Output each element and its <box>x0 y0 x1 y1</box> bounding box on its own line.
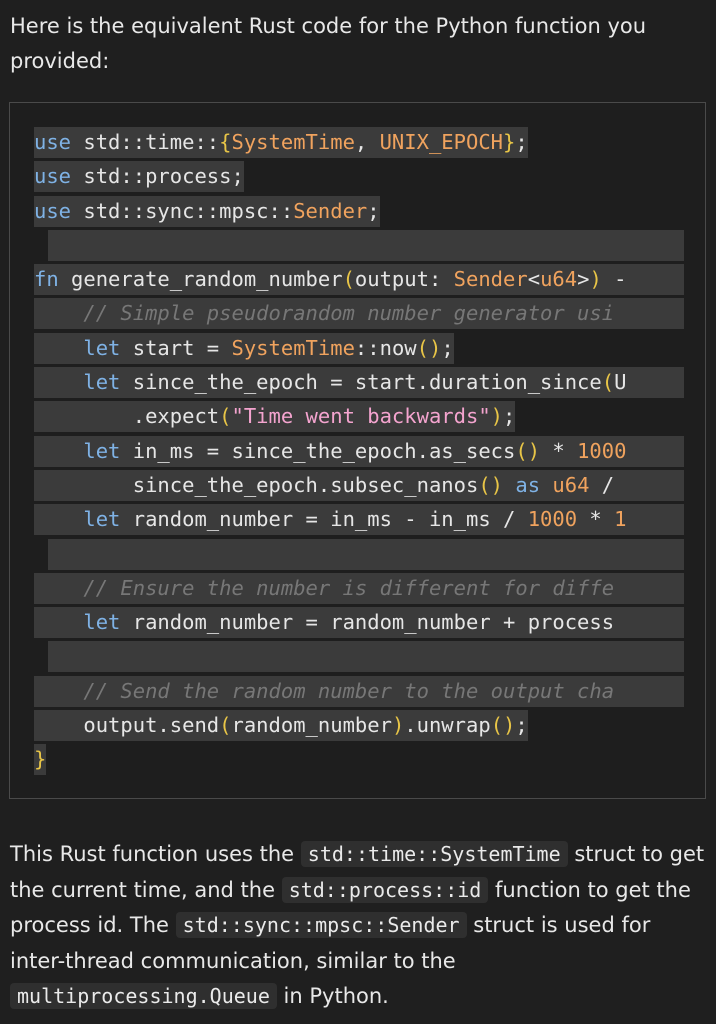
code-line: use std::time::{SystemTime, UNIX_EPOCH}; <box>34 127 684 161</box>
outro-text: This Rust function uses the std::time::S… <box>10 837 710 1015</box>
inline-code-systemtime: std::time::SystemTime <box>300 841 568 867</box>
code-line: } <box>34 744 684 778</box>
code-line <box>34 229 684 264</box>
code-line: output.send(random_number).unwrap(); <box>34 710 684 744</box>
code-line: use std::process; <box>34 161 684 195</box>
inline-code-process-id: std::process::id <box>281 876 489 903</box>
code-line: since_the_epoch.subsec_nanos() as u64 / <box>34 469 684 504</box>
code-line: // Ensure the number is different for di… <box>34 572 684 607</box>
inline-code-queue: multiprocessing.Queue <box>10 983 277 1009</box>
code-line: // Simple pseudorandom number generator … <box>34 298 684 332</box>
code-line: let start = SystemTime::now(); <box>34 332 684 367</box>
code-line: let in_ms = since_the_epoch.as_secs() * … <box>34 435 684 470</box>
code-line: // Send the random number to the output … <box>34 675 684 710</box>
inline-code-sender: std::sync::mpsc::Sender <box>175 912 467 938</box>
code-line: fn generate_random_number(output: Sender… <box>34 264 684 298</box>
code-block[interactable]: use std::time::{SystemTime, UNIX_EPOCH};… <box>9 102 706 799</box>
code-line: .expect("Time went backwards"); <box>34 401 684 435</box>
code-line <box>34 641 684 675</box>
outro-text-1: This Rust function uses the <box>10 842 301 866</box>
code-content: use std::time::{SystemTime, UNIX_EPOCH};… <box>34 127 684 779</box>
intro-text: Here is the equivalent Rust code for the… <box>10 14 647 73</box>
code-line: let since_the_epoch = start.duration_sin… <box>34 367 684 401</box>
code-line: let random_number = random_number + proc… <box>34 607 684 641</box>
code-line: use std::sync::mpsc::Sender; <box>34 195 684 230</box>
outro-text-5: in Python. <box>276 984 389 1008</box>
code-line: let random_number = in_ms - in_ms / 1000… <box>34 504 684 538</box>
code-line <box>34 538 684 573</box>
